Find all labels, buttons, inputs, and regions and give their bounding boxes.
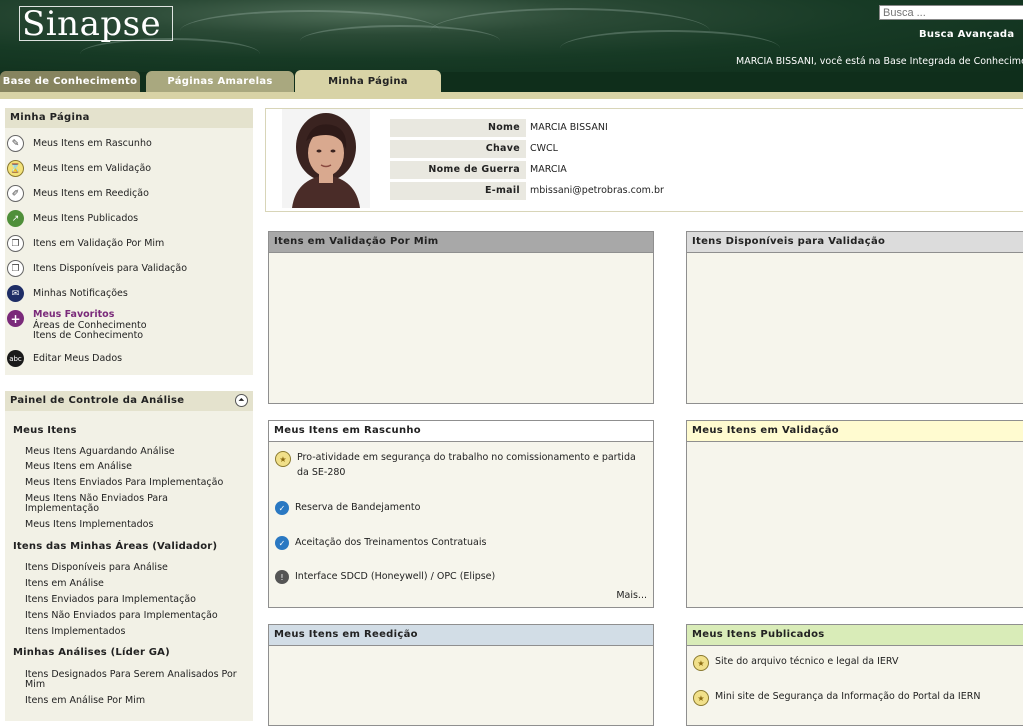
sinapse-logo[interactable]: Sinapse — [22, 4, 161, 44]
value-nome: MARCIA BISSANI — [530, 122, 608, 133]
panel-reedicao: Meus Itens em Reedição — [268, 624, 654, 726]
link-em-analise-por-mim[interactable]: Itens em Análise Por Mim — [25, 696, 240, 706]
label-nome-guerra: Nome de Guerra — [390, 161, 526, 179]
sidebar-item-label: Meus Itens em Rascunho — [33, 138, 152, 149]
sidebar-item-validacao[interactable]: ⌛ Meus Itens em Validação — [7, 160, 151, 177]
item-text[interactable]: Reserva de Bandejamento — [295, 500, 420, 515]
plus-icon: + — [7, 310, 24, 327]
sidebar-item-label: Minhas Notificações — [33, 288, 128, 299]
published-icon: ↗ — [7, 210, 24, 227]
sidebar-item-label: Meus Itens em Reedição — [33, 188, 149, 199]
list-item[interactable]: ! Interface SDCD (Honeywell) / OPC (Elip… — [275, 569, 647, 584]
list-item[interactable]: ✓ Aceitação dos Treinamentos Contratuais — [275, 535, 647, 550]
star-icon: ★ — [693, 655, 709, 671]
label-chave: Chave — [390, 140, 526, 158]
link-meus-implementados[interactable]: Meus Itens Implementados — [25, 520, 240, 530]
painel-title-text: Painel de Controle da Análise — [10, 395, 185, 406]
check-icon: ✓ — [275, 536, 289, 550]
collapse-icon[interactable]: ⏶ — [235, 394, 248, 407]
section-meus-itens: Meus Itens — [13, 425, 77, 436]
section-minhas-areas: Itens das Minhas Áreas (Validador) — [13, 541, 218, 552]
minha-pagina-title: Minha Página — [5, 108, 253, 128]
sidebar-item-label: Meus Itens em Validação — [33, 163, 152, 174]
link-enviados-impl[interactable]: Itens Enviados para Implementação — [25, 595, 240, 605]
panel-validacao-por-mim: Itens em Validação Por Mim — [268, 231, 654, 404]
list-item[interactable]: ★ Pro-atividade em segurança do trabalho… — [275, 450, 647, 480]
list-item[interactable]: ★ Site do arquivo técnico e legal da IER… — [693, 654, 1023, 671]
panel-header[interactable]: Itens em Validação Por Mim — [269, 232, 653, 253]
panel-header[interactable]: Itens Disponíveis para Validação — [687, 232, 1023, 253]
star-icon: ★ — [275, 451, 291, 467]
sidebar-item-editar-dados[interactable]: abc Editar Meus Dados — [7, 350, 122, 367]
section-minhas-analises: Minhas Análises (Líder GA) — [13, 647, 170, 658]
favoritos-title[interactable]: Meus Favoritos — [33, 309, 147, 321]
documents-available-icon: ❐ — [7, 260, 24, 277]
envelope-icon: ✉ — [7, 285, 24, 302]
item-text[interactable]: Mini site de Segurança da Informação do … — [715, 689, 980, 704]
panel-validacao: Meus Itens em Validação — [686, 420, 1023, 608]
edit-icon: ✐ — [7, 185, 24, 202]
label-nome: Nome — [390, 119, 526, 137]
exclamation-icon: ! — [275, 570, 289, 584]
link-designados-analise[interactable]: Itens Designados Para Serem Analisados P… — [25, 670, 240, 690]
search-input[interactable] — [879, 5, 1023, 20]
sidebar-item-label: Itens em Validação Por Mim — [33, 238, 165, 249]
link-meus-em-analise[interactable]: Meus Itens em Análise — [25, 462, 240, 472]
sidebar-item-label: Itens Disponíveis para Validação — [33, 263, 188, 274]
panel-header[interactable]: Meus Itens em Validação — [687, 421, 1023, 442]
item-text[interactable]: Site do arquivo técnico e legal da IERV — [715, 654, 898, 669]
list-item[interactable]: ★ Mini site de Segurança da Informação d… — [693, 689, 1023, 706]
panel-header[interactable]: Meus Itens em Rascunho — [269, 421, 653, 442]
panel-disponiveis: Itens Disponíveis para Validação — [686, 231, 1023, 404]
welcome-message: MARCIA BISSANI, você está na Base Integr… — [736, 56, 1023, 67]
item-text[interactable]: Pro-atividade em segurança do trabalho n… — [297, 450, 647, 480]
star-icon: ★ — [693, 690, 709, 706]
link-nao-enviados-impl[interactable]: Itens Não Enviados para Implementação — [25, 611, 240, 621]
value-chave: CWCL — [530, 143, 558, 154]
painel-controle-title: Painel de Controle da Análise ⏶ — [5, 391, 253, 411]
link-itens-em-analise[interactable]: Itens em Análise — [25, 579, 240, 589]
link-implementados[interactable]: Itens Implementados — [25, 627, 240, 637]
portrait-image — [282, 109, 370, 208]
value-nome-guerra: MARCIA — [530, 164, 567, 175]
label-email: E-mail — [390, 182, 526, 200]
sidebar-item-label: Editar Meus Dados — [33, 353, 123, 364]
documents-icon: ❐ — [7, 235, 24, 252]
sidebar-item-validacao-por-mim[interactable]: ❐ Itens em Validação Por Mim — [7, 235, 164, 252]
link-meus-enviados-impl[interactable]: Meus Itens Enviados Para Implementação — [25, 478, 240, 488]
sidebar-item-label: Meus Itens Publicados — [33, 213, 139, 224]
sidebar-item-publicados[interactable]: ↗ Meus Itens Publicados — [7, 210, 138, 227]
tab-underline — [0, 92, 1023, 99]
tab-base-conhecimento[interactable]: Base de Conhecimento — [0, 71, 140, 92]
panel-header[interactable]: Meus Itens em Reedição — [269, 625, 653, 646]
sidebar-item-notificacoes[interactable]: ✉ Minhas Notificações — [7, 285, 128, 302]
draft-icon: ✎ — [7, 135, 24, 152]
abc-icon: abc — [7, 350, 24, 367]
tab-paginas-amarelas[interactable]: Páginas Amarelas — [146, 71, 294, 92]
panel-header[interactable]: Meus Itens Publicados — [687, 625, 1023, 646]
sidebar-item-reedicao[interactable]: ✐ Meus Itens em Reedição — [7, 185, 149, 202]
sidebar-item-disponiveis[interactable]: ❐ Itens Disponíveis para Validação — [7, 260, 187, 277]
tab-minha-pagina[interactable]: Minha Página — [295, 70, 441, 93]
more-link[interactable]: Mais... — [616, 590, 647, 601]
list-item[interactable]: ✓ Reserva de Bandejamento — [275, 500, 647, 515]
panel-publicados: Meus Itens Publicados ★ Site do arquivo … — [686, 624, 1023, 726]
item-text[interactable]: Aceitação dos Treinamentos Contratuais — [295, 535, 486, 550]
sidebar-item-rascunho[interactable]: ✎ Meus Itens em Rascunho — [7, 135, 152, 152]
advanced-search-link[interactable]: Busca Avançada — [919, 29, 1014, 40]
link-meus-nao-enviados-impl[interactable]: Meus Itens Não Enviados Para Implementaç… — [25, 494, 240, 514]
favoritos-itens-link[interactable]: Itens de Conhecimento — [33, 330, 147, 342]
sidebar-item-favoritos[interactable]: + Meus Favoritos Áreas de Conhecimento I… — [7, 309, 147, 342]
link-disponiveis-analise[interactable]: Itens Disponíveis para Análise — [25, 563, 240, 573]
link-aguardando-analise[interactable]: Meus Itens Aguardando Análise — [25, 447, 240, 457]
value-email[interactable]: mbissani@petrobras.com.br — [530, 182, 664, 200]
item-text[interactable]: Interface SDCD (Honeywell) / OPC (Elipse… — [295, 569, 495, 584]
panel-rascunho: Meus Itens em Rascunho ★ Pro-atividade e… — [268, 420, 654, 608]
user-photo — [282, 109, 370, 208]
hourglass-icon: ⌛ — [7, 160, 24, 177]
check-icon: ✓ — [275, 501, 289, 515]
